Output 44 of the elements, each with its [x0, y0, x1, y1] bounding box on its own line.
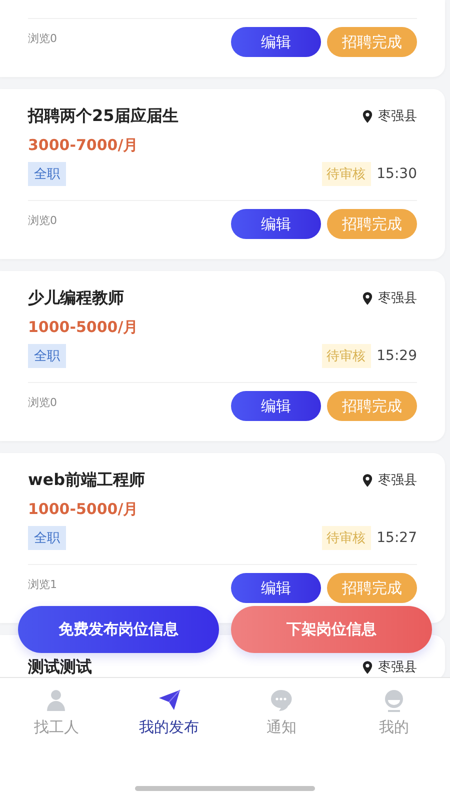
post-time: 15:30 — [376, 166, 417, 182]
status-tag: 待审核 — [322, 526, 371, 550]
post-time: 15:27 — [376, 530, 417, 546]
edit-button[interactable]: 编辑 — [231, 391, 321, 421]
job-type-tag: 全职 — [28, 526, 66, 550]
location-text: 枣强县 — [378, 290, 417, 307]
location-text: 枣强县 — [378, 108, 417, 125]
edit-button[interactable]: 编辑 — [231, 573, 321, 603]
complete-button[interactable]: 招聘完成 — [327, 27, 417, 57]
complete-button[interactable]: 招聘完成 — [327, 391, 417, 421]
chat-bubble-icon — [269, 688, 294, 712]
location-text: 枣强县 — [378, 472, 417, 489]
job-type-tag: 全职 — [28, 162, 66, 186]
edit-button[interactable]: 编辑 — [231, 27, 321, 57]
tab-item[interactable]: 通知 — [225, 678, 338, 776]
view-count: 浏览0 — [28, 31, 57, 46]
tab-item[interactable]: 找工人 — [0, 678, 112, 776]
job-title: 招聘两个25届应届生 — [28, 106, 180, 126]
status-tag: 待审核 — [322, 162, 371, 186]
view-count: 浏览0 — [28, 213, 57, 228]
edit-button[interactable]: 编辑 — [231, 209, 321, 239]
location-pin-icon — [362, 110, 373, 122]
salary-text: 3000-7000/月 — [28, 135, 140, 156]
complete-button[interactable]: 招聘完成 — [327, 573, 417, 603]
status-tag: 待审核 — [322, 344, 371, 368]
paper-plane-icon — [156, 688, 181, 712]
job-title: 少儿编程教师 — [28, 288, 125, 308]
location-text: 枣强县 — [378, 659, 417, 676]
salary-text: 1000-5000/月 — [28, 317, 140, 338]
view-count: 浏览1 — [28, 577, 57, 592]
unpublish-button[interactable]: 下架岗位信息 — [231, 606, 432, 653]
job-title: web前端工程师 — [28, 470, 146, 490]
location-pin-icon — [362, 474, 373, 486]
post-time: 15:29 — [376, 348, 417, 364]
tab-item[interactable]: 我的发布 — [112, 678, 225, 776]
tab-item[interactable]: 我的 — [338, 678, 450, 776]
complete-button[interactable]: 招聘完成 — [327, 209, 417, 239]
publish-button[interactable]: 免费发布岗位信息 — [18, 606, 219, 653]
view-count: 浏览0 — [28, 395, 57, 410]
job-type-tag: 全职 — [28, 344, 66, 368]
location-pin-icon — [362, 660, 373, 674]
salary-text: 1000-5000/月 — [28, 499, 140, 520]
job-title: 测试测试 — [28, 656, 93, 677]
location-pin-icon — [362, 292, 373, 304]
